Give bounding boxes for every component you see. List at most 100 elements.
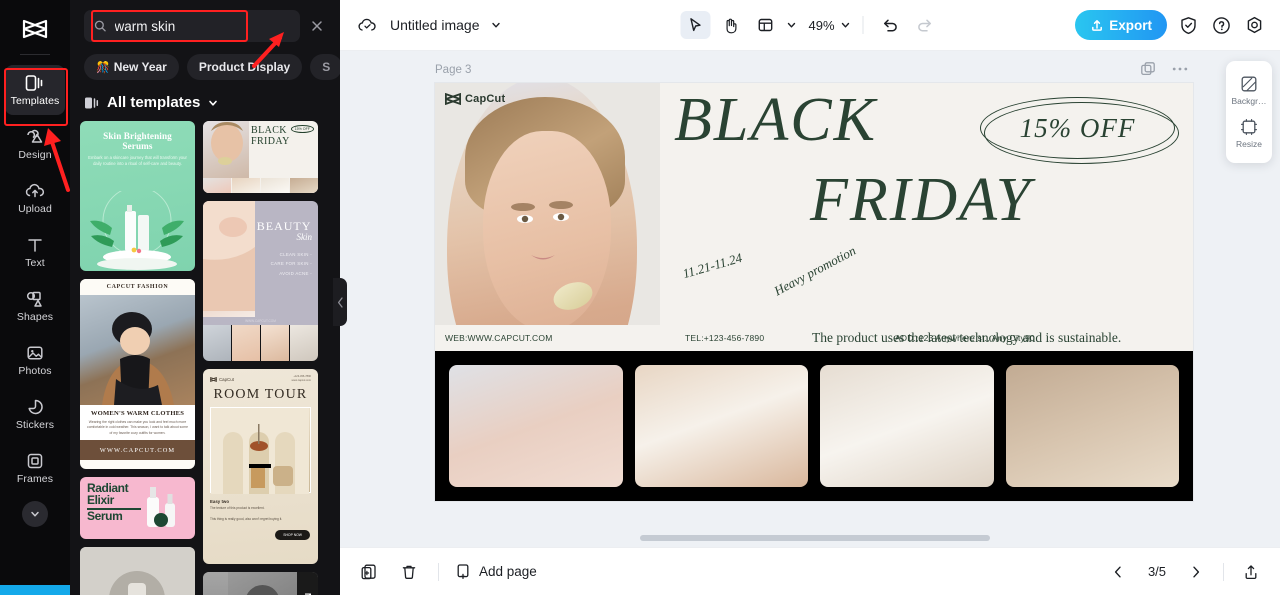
floating-tools-panel: Backgr… Resize — [1226, 61, 1272, 163]
templates-panel: 🎊 New Year Product Display S All templat… — [70, 0, 347, 595]
layout-tool-button[interactable] — [750, 11, 780, 39]
chevron-down-icon — [209, 100, 218, 106]
all-templates-dropdown[interactable]: All templates — [70, 88, 340, 121]
zoom-caret[interactable] — [840, 19, 852, 31]
duplicate-page-icon[interactable] — [1140, 61, 1156, 77]
search-row — [70, 0, 340, 48]
redo-button[interactable] — [910, 11, 940, 39]
template-card-skin-serum[interactable]: Skin Brightening Serums Embark on a skin… — [80, 121, 195, 271]
search-icon — [94, 20, 106, 32]
add-page-button[interactable]: Add page — [455, 563, 537, 580]
template-card-new-skin[interactable]: NEW SKIN — [203, 572, 318, 595]
template-card-gray-photo[interactable] — [80, 547, 195, 595]
sidebar-label: Design — [18, 149, 52, 161]
select-tool-button[interactable] — [680, 11, 711, 39]
template-card-room-tour[interactable]: CapCut +123-456-7890 www.capcut.com ROOM… — [203, 369, 318, 564]
template-card-womens-warm-clothes[interactable]: CAPCUT FASHION WOMEN'S WARM CLOTHES Wear… — [80, 279, 195, 469]
headline-friday[interactable]: FRIDAY — [810, 169, 1032, 231]
promo-label[interactable]: Heavy promotion — [772, 243, 859, 299]
export-page-button[interactable] — [1238, 559, 1264, 585]
export-button[interactable]: Export — [1075, 10, 1167, 40]
hand-tool-button[interactable] — [715, 11, 745, 39]
shapes-icon — [25, 289, 45, 308]
close-icon — [312, 21, 322, 31]
resize-tool-button[interactable]: Resize — [1226, 112, 1272, 155]
document-title-caret[interactable] — [490, 19, 502, 31]
contact-web[interactable]: WEB:WWW.CAPCUT.COM — [445, 333, 685, 343]
page-actions — [1140, 61, 1188, 77]
duplicate-page-button[interactable] — [356, 559, 382, 585]
background-tool-button[interactable]: Backgr… — [1226, 69, 1272, 112]
sidebar-collapse-button[interactable] — [22, 501, 48, 527]
canvas-workspace[interactable]: Page 3 CapCut BLACK 15% OFF FRIDAY 11.21… — [340, 51, 1280, 547]
tagline[interactable]: The product uses the latest technology a… — [812, 328, 1122, 348]
model-photo[interactable]: CapCut — [435, 83, 660, 325]
more-options-icon[interactable] — [1172, 66, 1188, 72]
layout-caret[interactable] — [785, 19, 797, 31]
sidebar-item-photos[interactable]: Photos — [5, 335, 65, 385]
capcut-logo — [20, 14, 50, 44]
trash-icon — [402, 565, 416, 579]
design-canvas[interactable]: CapCut BLACK 15% OFF FRIDAY 11.21-11.24 … — [435, 83, 1193, 501]
headline-black[interactable]: BLACK — [674, 89, 877, 151]
panel-collapse-handle[interactable] — [333, 278, 347, 326]
text-icon — [26, 235, 44, 254]
undo-button[interactable] — [875, 11, 905, 39]
search-box[interactable] — [84, 10, 300, 42]
bottom-divider — [438, 562, 439, 581]
sidebar-item-upload[interactable]: Upload — [5, 173, 65, 223]
party-emoji: 🎊 — [96, 61, 110, 74]
product-thumb-dropper-box[interactable] — [449, 365, 623, 487]
template-card-black-friday[interactable]: BLACK FRIDAY 15% OFF — [203, 121, 318, 193]
search-input[interactable] — [114, 18, 290, 34]
sidebar-label: Stickers — [15, 419, 55, 431]
template-headline-2: FRIDAY — [251, 136, 290, 147]
canvas-horizontal-scrollbar[interactable] — [640, 535, 990, 541]
sidebar-item-design[interactable]: Design — [5, 119, 65, 169]
product-thumb-cream-open[interactable] — [820, 365, 994, 487]
previous-page-button[interactable] — [1105, 559, 1131, 585]
badge-text: 15% OFF — [1019, 112, 1136, 143]
export-label: Export — [1109, 17, 1152, 33]
shield-check-icon[interactable] — [1176, 13, 1200, 37]
background-label: Backgr… — [1231, 96, 1267, 106]
sidebar-item-text[interactable]: Text — [5, 227, 65, 277]
sidebar-item-frames[interactable]: Frames — [5, 443, 65, 493]
template-card-radiant-elixir-serum[interactable]: Radiant Elixir Serum — [80, 477, 195, 539]
chip-new-year[interactable]: 🎊 New Year — [84, 54, 179, 80]
stickers-icon — [26, 397, 44, 416]
product-thumb-cream-jar[interactable] — [634, 365, 808, 487]
template-meta: +123-456-7890 www.capcut.com — [291, 375, 311, 383]
delete-page-button[interactable] — [396, 559, 422, 585]
product-thumb-bottle[interactable] — [1005, 365, 1179, 487]
sidebar-item-stickers[interactable]: Stickers — [5, 389, 65, 439]
promo-date[interactable]: 11.21-11.24 — [681, 250, 744, 282]
template-card-beauty-skin[interactable]: BEAUTY Skin CLEAN SKIN - CARE FOR SKIN -… — [203, 201, 318, 361]
photos-icon — [26, 343, 44, 362]
document-title[interactable]: Untitled image — [390, 17, 480, 33]
discount-badge[interactable]: 15% OFF — [980, 97, 1175, 159]
cloud-save-icon[interactable] — [354, 12, 380, 38]
template-desc: Wearing the right clothes can make you l… — [87, 420, 188, 435]
templates-grid: Skin Brightening Serums Embark on a skin… — [70, 121, 340, 595]
zoom-level[interactable]: 49% — [808, 18, 834, 33]
sidebar-item-shapes[interactable]: Shapes — [5, 281, 65, 331]
sidebar-item-templates[interactable]: Templates — [5, 65, 65, 115]
capcut-logo-icon — [445, 93, 461, 105]
next-page-button[interactable] — [1183, 559, 1209, 585]
resize-icon — [1241, 119, 1257, 135]
settings-gear-icon[interactable] — [1242, 13, 1266, 37]
template-photo-left — [203, 572, 229, 595]
help-circle-icon[interactable] — [1209, 13, 1233, 37]
chip-product-display[interactable]: Product Display — [186, 54, 303, 80]
template-desc: The texture of this product is excellent… — [210, 505, 283, 521]
search-clear-button[interactable] — [306, 15, 328, 37]
hand-icon — [726, 18, 737, 33]
design-icon — [25, 127, 45, 146]
upload-cloud-icon — [24, 181, 46, 200]
chip-partial[interactable]: S — [310, 54, 340, 80]
templates-icon — [25, 73, 45, 92]
toolbar-divider — [862, 16, 864, 34]
cursor-icon — [690, 18, 701, 32]
template-shop-button[interactable]: SHOP NOW — [275, 530, 310, 540]
